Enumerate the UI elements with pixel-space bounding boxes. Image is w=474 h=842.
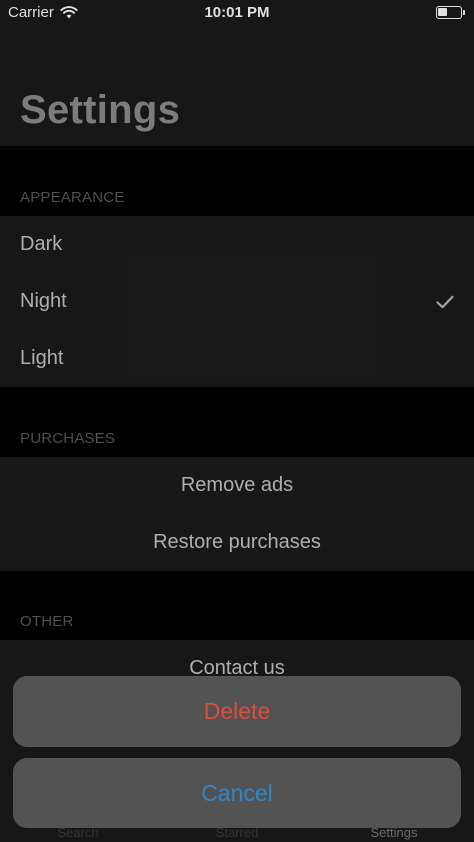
settings-screen: Carrier 10:01 PM Settings APPEARANCE Dar… (0, 0, 474, 842)
cancel-button[interactable]: Cancel (13, 758, 461, 828)
delete-button[interactable]: Delete (13, 676, 461, 747)
